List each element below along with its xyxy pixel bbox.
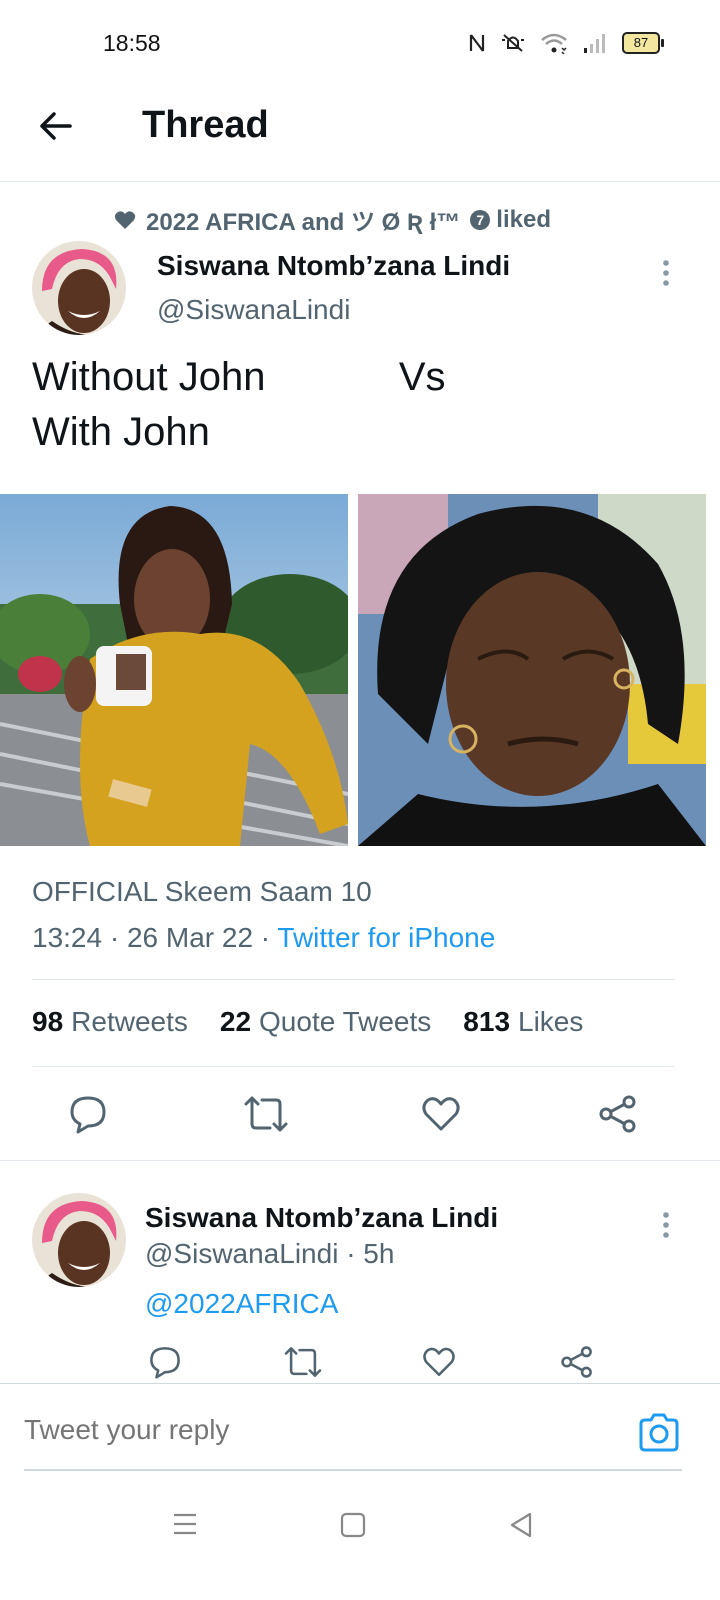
like-icon bbox=[422, 1097, 460, 1131]
retweet-icon bbox=[244, 1096, 288, 1132]
home-button[interactable] bbox=[340, 1512, 366, 1543]
reply-mention-link[interactable]: @2022AFRICA bbox=[145, 1288, 338, 1320]
social-context-suffix: liked bbox=[496, 205, 551, 233]
share-icon bbox=[599, 1095, 636, 1133]
heart-icon bbox=[114, 210, 136, 229]
signal-icon bbox=[584, 34, 605, 53]
system-back-button[interactable] bbox=[508, 1512, 534, 1543]
reply-input[interactable] bbox=[24, 1414, 584, 1446]
stats-divider bbox=[32, 1066, 674, 1067]
reply-avatar[interactable] bbox=[32, 1193, 126, 1287]
author-name[interactable]: Siswana Ntomb’zana Lindi bbox=[157, 250, 510, 282]
social-context-names: 2022 AFRICA and ツ Ø Ʀ ł™ bbox=[146, 209, 461, 236]
tweet-image-left[interactable] bbox=[0, 494, 360, 848]
status-icons: 87 bbox=[468, 32, 664, 54]
social-context[interactable]: 2022 AFRICA and ツ Ø Ʀ ł™ 7 liked bbox=[114, 202, 551, 237]
likes-count: 813 bbox=[463, 1006, 511, 1037]
source-title[interactable]: OFFICIAL Skeem Saam 10 bbox=[32, 876, 372, 908]
camera-icon bbox=[639, 1413, 679, 1452]
client-link[interactable]: Twitter for iPhone bbox=[277, 922, 495, 953]
status-time: 18:58 bbox=[103, 30, 161, 56]
more-icon bbox=[663, 1212, 669, 1238]
social-count-badge: 7 bbox=[470, 209, 491, 230]
header-divider bbox=[0, 181, 720, 182]
more-icon bbox=[663, 260, 669, 286]
back-button[interactable] bbox=[34, 104, 78, 148]
reply-icon bbox=[150, 1347, 180, 1379]
camera-button[interactable] bbox=[637, 1412, 681, 1452]
reply-share-button[interactable] bbox=[560, 1345, 594, 1379]
mute-bell-icon bbox=[502, 34, 524, 52]
retweet-icon bbox=[284, 1347, 322, 1377]
battery-indicator: 87 bbox=[622, 32, 664, 54]
quotes-count: 22 bbox=[219, 1006, 252, 1037]
actions-divider bbox=[0, 1160, 720, 1161]
likes-stat[interactable]: 813 Likes bbox=[463, 1006, 583, 1038]
reply-like-button[interactable] bbox=[422, 1345, 456, 1379]
like-icon bbox=[423, 1347, 455, 1377]
reply-avatar-image bbox=[32, 1193, 126, 1287]
meta-divider bbox=[32, 979, 674, 980]
likes-label: Likes bbox=[518, 1006, 584, 1037]
composer-top-divider bbox=[0, 1383, 720, 1384]
quotes-stat[interactable]: 22 Quote Tweets bbox=[220, 1006, 431, 1038]
reply-author-name[interactable]: Siswana Ntomb’zana Lindi bbox=[145, 1202, 498, 1234]
reply-author-handle[interactable]: @SiswanaLindi · 5h bbox=[145, 1238, 394, 1270]
photo-woman-yellow-dress bbox=[0, 494, 360, 848]
page-title: Thread bbox=[142, 104, 269, 146]
reply-icon bbox=[70, 1096, 106, 1134]
retweets-stat[interactable]: 98 Retweets bbox=[32, 1006, 188, 1038]
more-button[interactable] bbox=[656, 258, 676, 293]
photo-woman-close-up bbox=[358, 494, 706, 846]
share-icon bbox=[561, 1346, 592, 1378]
retweets-count: 98 bbox=[32, 1006, 64, 1037]
tweet-image-right[interactable] bbox=[358, 494, 706, 846]
reply-reply-button[interactable] bbox=[148, 1345, 182, 1379]
avatar[interactable] bbox=[32, 241, 126, 335]
tweet-text: Without John Vs With John bbox=[32, 355, 446, 454]
back-arrow-icon bbox=[40, 112, 72, 140]
recents-button[interactable] bbox=[172, 1512, 198, 1541]
back-triangle-icon bbox=[510, 1512, 532, 1538]
reply-retweet-button[interactable] bbox=[284, 1345, 322, 1379]
menu-icon bbox=[174, 1513, 196, 1535]
home-square-icon bbox=[340, 1512, 366, 1538]
nfc-icon bbox=[469, 34, 485, 52]
retweet-button[interactable] bbox=[244, 1094, 288, 1134]
wifi-icon bbox=[541, 33, 567, 54]
quotes-label: Quote Tweets bbox=[259, 1006, 432, 1037]
engagement-stats: 98 Retweets 22 Quote Tweets 813 Likes bbox=[32, 1006, 583, 1038]
reply-button[interactable] bbox=[68, 1094, 108, 1134]
like-button[interactable] bbox=[421, 1094, 461, 1134]
retweets-label: Retweets bbox=[71, 1006, 188, 1037]
tweet-timestamp: 13:24 · 26 Mar 22 · Twitter for iPhone bbox=[32, 922, 495, 954]
timestamp-text: 13:24 · 26 Mar 22 · bbox=[32, 922, 278, 953]
author-handle[interactable]: @SiswanaLindi bbox=[157, 294, 350, 326]
share-button[interactable] bbox=[598, 1094, 638, 1134]
composer-underline bbox=[24, 1469, 682, 1471]
reply-more-button[interactable] bbox=[656, 1210, 676, 1245]
system-nav-bar bbox=[0, 1490, 720, 1600]
avatar-image bbox=[32, 241, 126, 335]
